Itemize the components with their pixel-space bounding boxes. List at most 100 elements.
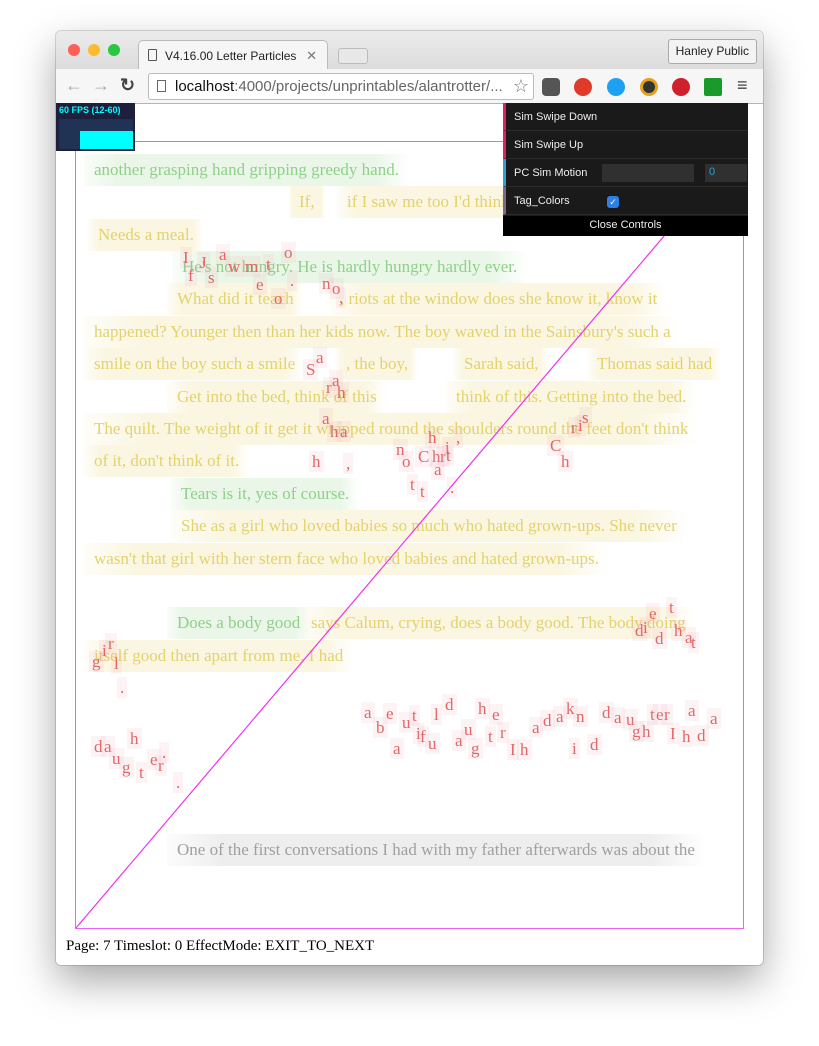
letter-particle: d (652, 628, 667, 649)
letter-particle: . (117, 677, 128, 698)
pocket-icon[interactable] (542, 78, 560, 96)
letter-particle: e (383, 703, 397, 724)
tag-colors-checkbox[interactable]: ✓ (607, 196, 619, 208)
title-bar: V4.16.00 Letter Particles ✕ Hanley Publi… (56, 31, 763, 70)
letter-particle: d (587, 734, 602, 755)
letter-particle: . (447, 477, 458, 498)
sim-swipe-up-label: Sim Swipe Up (514, 139, 584, 151)
fps-meter: 60 FPS (12-60) (56, 103, 135, 151)
fps-label: 60 FPS (12-60) (59, 105, 121, 115)
letter-particle: t (485, 726, 496, 747)
new-tab-button[interactable] (338, 48, 368, 64)
letter-particle: . (159, 742, 170, 763)
back-icon[interactable]: ← (65, 75, 83, 96)
status-line: Page: 7 Timeslot: 0 EffectMode: EXIT_TO_… (66, 938, 375, 954)
letter-particle: d (442, 694, 457, 715)
letter-particle: t (263, 254, 274, 275)
letter-particle: h (425, 427, 440, 448)
browser-toolbar: ← → ↻ localhost:4000/projects/unprintabl… (56, 69, 763, 104)
tab-title: V4.16.00 Letter Particles (165, 49, 297, 63)
menu-icon[interactable]: ≡ (737, 75, 748, 96)
letter-particle: t (443, 445, 454, 466)
minimize-window-button[interactable] (88, 44, 100, 56)
letter-particle: t (417, 481, 428, 502)
letter-particle: a (707, 708, 721, 729)
url-path: :4000/projects/unprintables/alantrotter/… (234, 78, 503, 95)
letter-particle: f (185, 265, 197, 286)
text-line: if I saw me too I'd think (337, 186, 520, 218)
adblock-icon[interactable] (574, 78, 592, 96)
close-window-button[interactable] (68, 44, 80, 56)
sim-swipe-down-button[interactable]: Sim Swipe Down (503, 103, 748, 131)
letter-particle: r (661, 704, 673, 725)
letter-particle: l (111, 653, 122, 674)
maximize-window-button[interactable] (108, 44, 120, 56)
page-icon (157, 80, 166, 92)
pc-sim-motion-input[interactable]: 0 (705, 164, 747, 182)
letter-particle: h (334, 382, 349, 403)
browser-tab[interactable]: V4.16.00 Letter Particles ✕ (138, 40, 328, 70)
reload-icon[interactable]: ↻ (120, 75, 135, 96)
letter-particle: a (337, 421, 351, 442)
text-line: smile on the boy such a smile (84, 348, 306, 380)
letter-particle: e (489, 704, 503, 725)
color-picker-icon[interactable] (640, 78, 658, 96)
letter-particle: , (336, 287, 347, 308)
letter-particle: h (475, 698, 490, 719)
letter-particle: t (688, 632, 699, 653)
pinterest-icon[interactable] (672, 78, 690, 96)
text-line: of it, don't think of it. (84, 445, 250, 477)
close-tab-icon[interactable]: ✕ (306, 48, 317, 64)
letter-particle: g (119, 757, 134, 778)
letter-particle: u (425, 733, 440, 754)
letter-particle: l (431, 704, 442, 725)
letter-particle: a (685, 700, 699, 721)
letter-particle: , (453, 427, 464, 448)
text-line: She as a girl who loved babies so much w… (171, 510, 687, 542)
letter-particle: h (517, 739, 532, 760)
letter-particle: t (666, 597, 677, 618)
controls-panel: Sim Swipe Down Sim Swipe Up PC Sim Motio… (503, 103, 748, 236)
text-line: Does a body good (167, 607, 311, 639)
letter-particle: i (569, 738, 580, 759)
pc-sim-motion-slider[interactable] (602, 164, 694, 182)
letter-particle: o (281, 242, 296, 263)
letter-particle: . (173, 772, 184, 793)
letter-particle: u (461, 719, 476, 740)
text-line: One of the first conversations I had wit… (167, 834, 705, 866)
fps-graph-fill (80, 131, 133, 149)
text-line: Get into the bed, think of this (167, 381, 387, 413)
extension-t-icon[interactable] (704, 78, 722, 96)
letter-particle: s (205, 267, 218, 288)
text-line: Tears is it, yes of course. (171, 478, 360, 510)
sim-swipe-up-button[interactable]: Sim Swipe Up (503, 131, 748, 159)
letter-particle: o (399, 451, 414, 472)
text-line: Sarah said, (454, 348, 549, 380)
text-line: wasn't that girl with her stern face who… (84, 543, 609, 575)
letter-particle: g (468, 738, 483, 759)
letter-particle: h (558, 451, 573, 472)
letter-particle: d (694, 725, 709, 746)
document-icon (148, 49, 157, 61)
tag-colors-control: Tag_Colors ✓ (503, 187, 748, 215)
letter-particle: I (667, 723, 679, 744)
letter-particle: h (679, 726, 694, 747)
bookmark-star-icon[interactable]: ☆ (512, 76, 529, 97)
text-line: think of this. Getting into the bed. (446, 381, 697, 413)
letter-particle: e (253, 274, 267, 295)
text-line: If, (289, 186, 325, 218)
letter-particle: h (309, 451, 324, 472)
twitter-icon[interactable] (607, 78, 625, 96)
letter-particle: o (271, 288, 286, 309)
letter-particle: h (127, 728, 142, 749)
letter-particle: r (105, 633, 117, 654)
letter-particle: s (579, 407, 592, 428)
address-bar[interactable]: localhost:4000/projects/unprintables/ala… (148, 73, 534, 100)
letter-particle: . (287, 270, 298, 291)
close-controls-button[interactable]: Close Controls (503, 216, 748, 236)
profile-button[interactable]: Hanley Public (667, 39, 757, 64)
letter-particle: w (225, 256, 244, 277)
letter-particle: a (390, 738, 404, 759)
url-host: localhost (175, 78, 235, 95)
forward-icon[interactable]: → (92, 75, 110, 96)
